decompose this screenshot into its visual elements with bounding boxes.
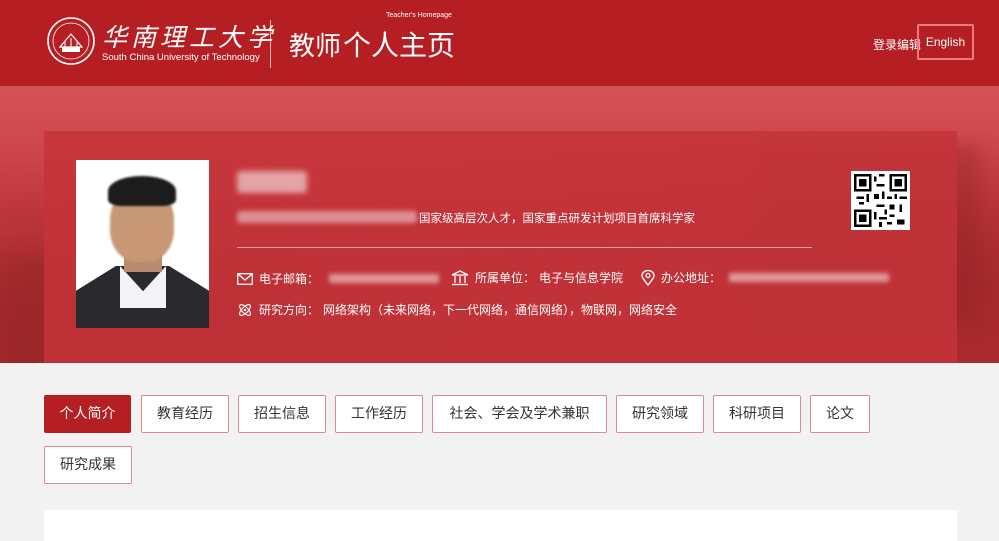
email-value-redacted bbox=[329, 274, 440, 283]
email-icon bbox=[237, 272, 253, 285]
unit-value: 电子与信息学院 bbox=[539, 271, 624, 285]
qr-code-icon bbox=[854, 174, 907, 227]
content-panel bbox=[44, 510, 957, 541]
tab-research-projects[interactable]: 科研项目 bbox=[713, 395, 801, 433]
tab-academic-positions[interactable]: 社会、学会及学术兼职 bbox=[432, 395, 607, 433]
research-label: 研究方向： bbox=[259, 303, 320, 317]
login-edit-link[interactable]: 登录编辑 bbox=[873, 36, 921, 53]
homepage-title: 教师个人主页 bbox=[289, 24, 455, 64]
qr-code bbox=[851, 171, 910, 230]
teacher-title: 国家级高层次人才，国家重点研发计划项目首席科学家 bbox=[419, 211, 695, 225]
unit-row: 所属单位： 电子与信息学院 bbox=[451, 269, 623, 286]
teacher-photo bbox=[76, 160, 209, 328]
tab-papers[interactable]: 论文 bbox=[810, 395, 870, 433]
office-label: 办公地址： bbox=[661, 271, 722, 285]
research-row: 研究方向： 网络架构（未来网络，下一代网络，通信网络），物联网，网络安全 bbox=[237, 301, 677, 318]
tab-research-results[interactable]: 研究成果 bbox=[44, 446, 132, 484]
tab-education[interactable]: 教育经历 bbox=[141, 395, 229, 433]
atom-icon bbox=[239, 303, 251, 316]
university-logo[interactable]: 华南理工大学 South China University of Technol… bbox=[46, 14, 272, 70]
tab-personal-profile[interactable]: 个人简介 bbox=[44, 395, 131, 433]
tab-admissions[interactable]: 招生信息 bbox=[238, 395, 326, 433]
top-header: 华南理工大学 South China University of Technol… bbox=[0, 0, 999, 86]
teacher-name-redacted bbox=[237, 171, 307, 193]
profile-divider bbox=[237, 247, 812, 248]
email-label: 电子邮箱： bbox=[259, 272, 320, 286]
header-divider bbox=[270, 20, 271, 68]
homepage-title-part2: 个人主页 bbox=[343, 29, 456, 62]
tab-work-experience[interactable]: 工作经历 bbox=[335, 395, 423, 433]
tab-research-fields[interactable]: 研究领域 bbox=[616, 395, 704, 433]
email-row: 电子邮箱： bbox=[237, 270, 440, 287]
location-pin-icon bbox=[641, 269, 655, 286]
university-name-en: South China University of Technology bbox=[102, 52, 260, 63]
building-icon bbox=[451, 269, 469, 285]
homepage-subtitle: Teacher's Homepage bbox=[386, 12, 452, 19]
university-seal-icon bbox=[47, 17, 95, 65]
unit-label: 所属单位： bbox=[475, 271, 536, 285]
teacher-title-redacted bbox=[237, 211, 417, 223]
photo-hair bbox=[108, 176, 176, 206]
profile-card: 国家级高层次人才，国家重点研发计划项目首席科学家 电子邮箱： 所属单位： 电子与… bbox=[44, 131, 957, 363]
english-language-button[interactable]: English bbox=[917, 24, 974, 60]
research-value: 网络架构（未来网络，下一代网络，通信网络），物联网，网络安全 bbox=[323, 303, 678, 317]
office-value-redacted bbox=[729, 273, 890, 282]
homepage-title-part1: 教师 bbox=[289, 32, 342, 62]
office-row: 办公地址： bbox=[641, 269, 890, 286]
university-name-cn: 华南理工大学 bbox=[102, 23, 277, 52]
